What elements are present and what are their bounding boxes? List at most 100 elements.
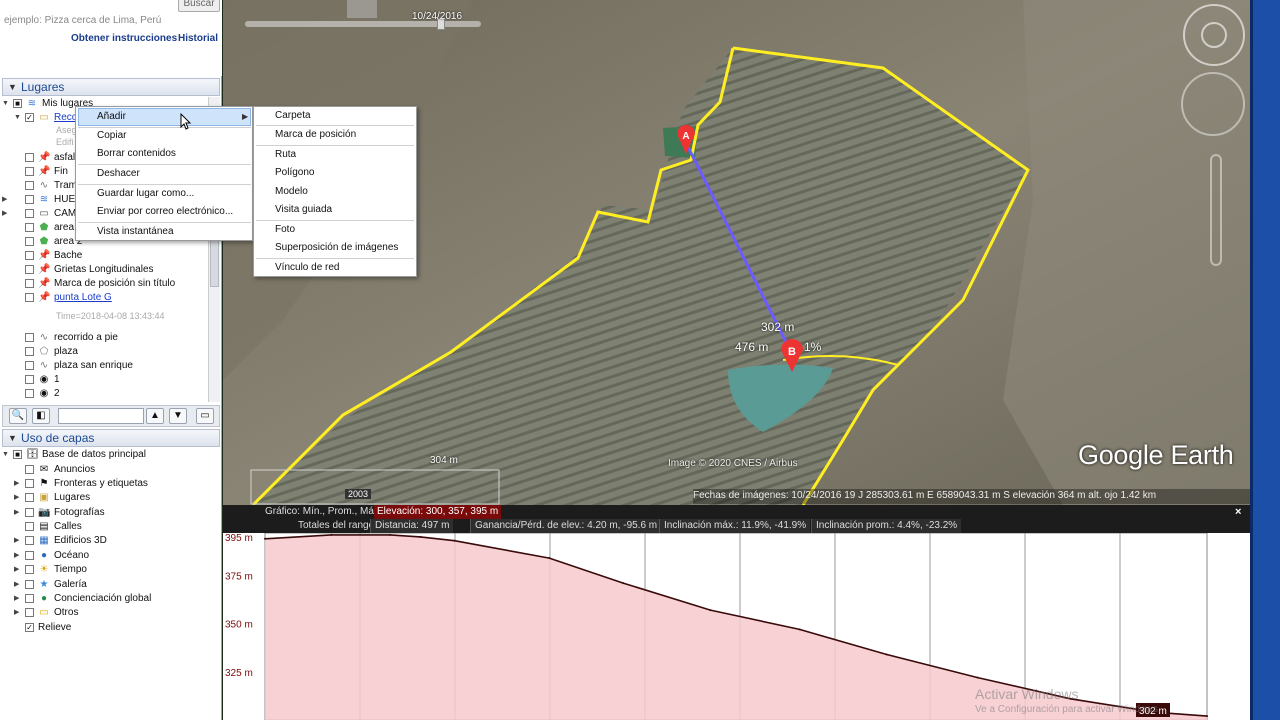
search-button[interactable]: Buscar (178, 0, 220, 12)
checkbox[interactable] (25, 333, 34, 342)
menu-item-save-as[interactable]: Guardar lugar como... (78, 185, 194, 203)
close-icon[interactable]: × (1235, 506, 1241, 518)
checkbox[interactable] (25, 580, 34, 589)
checkbox[interactable]: ■ (13, 99, 22, 108)
tree-row-asfalto[interactable]: 📌 asfal (14, 151, 75, 165)
marker-b-icon[interactable]: B (779, 336, 805, 374)
elevation-chart[interactable]: 395 m375 m350 m325 m 302 m (223, 533, 1250, 720)
checkbox[interactable] (25, 209, 34, 218)
submenu-item-tour[interactable]: Visita guiada (256, 201, 332, 219)
submenu-item-image-overlay[interactable]: Superposición de imágenes (256, 239, 398, 257)
directions-link[interactable]: Obtener instrucciones (71, 33, 177, 44)
expand-icon[interactable]: ▶ (2, 207, 11, 221)
layer-row-oceano[interactable]: ▶ ● Océano (14, 549, 89, 563)
tree-row-plaza[interactable]: ⬠ plaza (14, 345, 78, 359)
tree-row-marca[interactable]: 📌 Marca de posición sin título (14, 277, 175, 291)
places-filter-input[interactable] (58, 408, 144, 424)
checkbox[interactable] (25, 479, 34, 488)
checkbox[interactable] (25, 508, 34, 517)
checkbox[interactable] (25, 195, 34, 204)
layer-row-fotografias[interactable]: ▶ 📷 Fotografías (14, 506, 105, 520)
layer-row-lugares[interactable]: ▶ ▣ Lugares (14, 491, 90, 505)
places-header[interactable]: ▼ Lugares (2, 78, 220, 96)
checkbox[interactable] (25, 493, 34, 502)
search-icon[interactable]: 🔍 (9, 408, 27, 424)
menu-item-clear[interactable]: Borrar contenidos (78, 145, 176, 163)
tree-row-2[interactable]: ◉ 2 (14, 387, 60, 401)
expand-icon[interactable]: ▶ (14, 563, 23, 577)
tree-row-plaza-san-enrique[interactable]: ∿ plaza san enrique (14, 359, 133, 373)
tree-row-area-2[interactable]: ⬟ area 2 (14, 235, 82, 249)
checkbox[interactable] (25, 237, 34, 246)
menu-item-email[interactable]: Enviar por correo electrónico... (78, 203, 233, 221)
expand-icon[interactable]: ▼ (14, 111, 23, 125)
history-link[interactable]: Historial (178, 33, 218, 44)
menu-item-undo[interactable]: Deshacer (78, 165, 140, 183)
submenu-item-placemark[interactable]: Marca de posición (256, 126, 356, 144)
layer-row-otros[interactable]: ▶ ▭ Otros (14, 606, 78, 620)
checkbox[interactable]: ✓ (25, 623, 34, 632)
submenu-item-polygon[interactable]: Polígono (256, 164, 314, 182)
checkbox[interactable] (25, 265, 34, 274)
expand-icon[interactable]: ▼ (2, 448, 11, 462)
tree-row-fin[interactable]: 📌 Fin (14, 165, 68, 179)
tree-row-hue[interactable]: ▶ ≋ HUE (2, 193, 75, 207)
checkbox[interactable] (25, 536, 34, 545)
expand-icon[interactable]: ▼ (2, 97, 11, 111)
checkbox[interactable] (25, 153, 34, 162)
collapse-triangle-icon[interactable]: ▼ (8, 430, 17, 446)
layer-row-calles[interactable]: ▤ Calles (14, 520, 82, 534)
expand-icon[interactable]: ▶ (14, 491, 23, 505)
checkbox[interactable] (25, 608, 34, 617)
folder-icon[interactable]: ▭ (196, 408, 214, 424)
layer-row-primary-db[interactable]: ▼ ■ 🗄 Base de datos principal (2, 448, 146, 462)
checkbox[interactable] (25, 167, 34, 176)
move-up-icon[interactable]: ▲ (146, 408, 164, 424)
expand-icon[interactable]: ▶ (14, 578, 23, 592)
menu-item-add[interactable]: Añadir (78, 108, 126, 126)
tree-row-tramo[interactable]: ∿ Tram (14, 179, 77, 193)
submenu-item-photo[interactable]: Foto (256, 221, 295, 239)
layer-row-relieve[interactable]: ✓ Relieve (14, 621, 71, 635)
submenu-item-folder[interactable]: Carpeta (256, 107, 311, 125)
panel-toggle-icon[interactable]: ◧ (32, 408, 50, 424)
layer-row-galeria[interactable]: ▶ ★ Galería (14, 578, 87, 592)
layer-row-fronteras[interactable]: ▶ ⚑ Fronteras y etiquetas (14, 477, 148, 491)
collapse-triangle-icon[interactable]: ▼ (8, 79, 17, 95)
tree-row-punta-lote[interactable]: 📌 punta Lote G (14, 291, 112, 305)
checkbox[interactable] (25, 279, 34, 288)
tree-row-cam[interactable]: ▶ ▭ CAM (2, 207, 76, 221)
checkbox[interactable] (25, 465, 34, 474)
menu-item-copy[interactable]: Copiar (78, 127, 126, 145)
look-joystick-icon[interactable] (1201, 22, 1227, 48)
checkbox[interactable]: ✓ (25, 113, 34, 122)
tree-row-grietas[interactable]: 📌 Grietas Longitudinales (14, 263, 154, 277)
checkbox[interactable] (25, 293, 34, 302)
move-joystick-icon[interactable] (1181, 72, 1245, 136)
checkbox[interactable]: ■ (13, 450, 22, 459)
historic-imagery-year[interactable]: 2003 (345, 489, 372, 499)
expand-icon[interactable]: ▶ (2, 193, 11, 207)
marker-a-icon[interactable]: A (675, 124, 697, 156)
checkbox[interactable] (25, 551, 34, 560)
checkbox[interactable] (25, 251, 34, 260)
expand-icon[interactable]: ▶ (14, 534, 23, 548)
tree-row-recorrido-pie[interactable]: ∿ recorrido a pie (14, 331, 118, 345)
expand-icon[interactable]: ▶ (14, 606, 23, 620)
layer-row-edificios[interactable]: ▶ ▦ Edificios 3D (14, 534, 107, 548)
checkbox[interactable] (25, 347, 34, 356)
submenu-item-model[interactable]: Modelo (256, 183, 308, 201)
expand-icon[interactable]: ▶ (14, 477, 23, 491)
submenu-item-network-link[interactable]: Vínculo de red (256, 259, 340, 277)
layer-row-tiempo[interactable]: ▶ ☀ Tiempo (14, 563, 87, 577)
checkbox[interactable] (25, 375, 34, 384)
expand-icon[interactable]: ▶ (14, 506, 23, 520)
checkbox[interactable] (25, 594, 34, 603)
layer-row-concienciacion[interactable]: ▶ ● Concienciación global (14, 592, 151, 606)
expand-icon[interactable]: ▶ (14, 549, 23, 563)
menu-item-snapshot[interactable]: Vista instantánea (78, 223, 174, 241)
move-down-icon[interactable]: ▼ (169, 408, 187, 424)
checkbox[interactable] (25, 389, 34, 398)
checkbox[interactable] (25, 223, 34, 232)
submenu-item-path[interactable]: Ruta (256, 146, 296, 164)
